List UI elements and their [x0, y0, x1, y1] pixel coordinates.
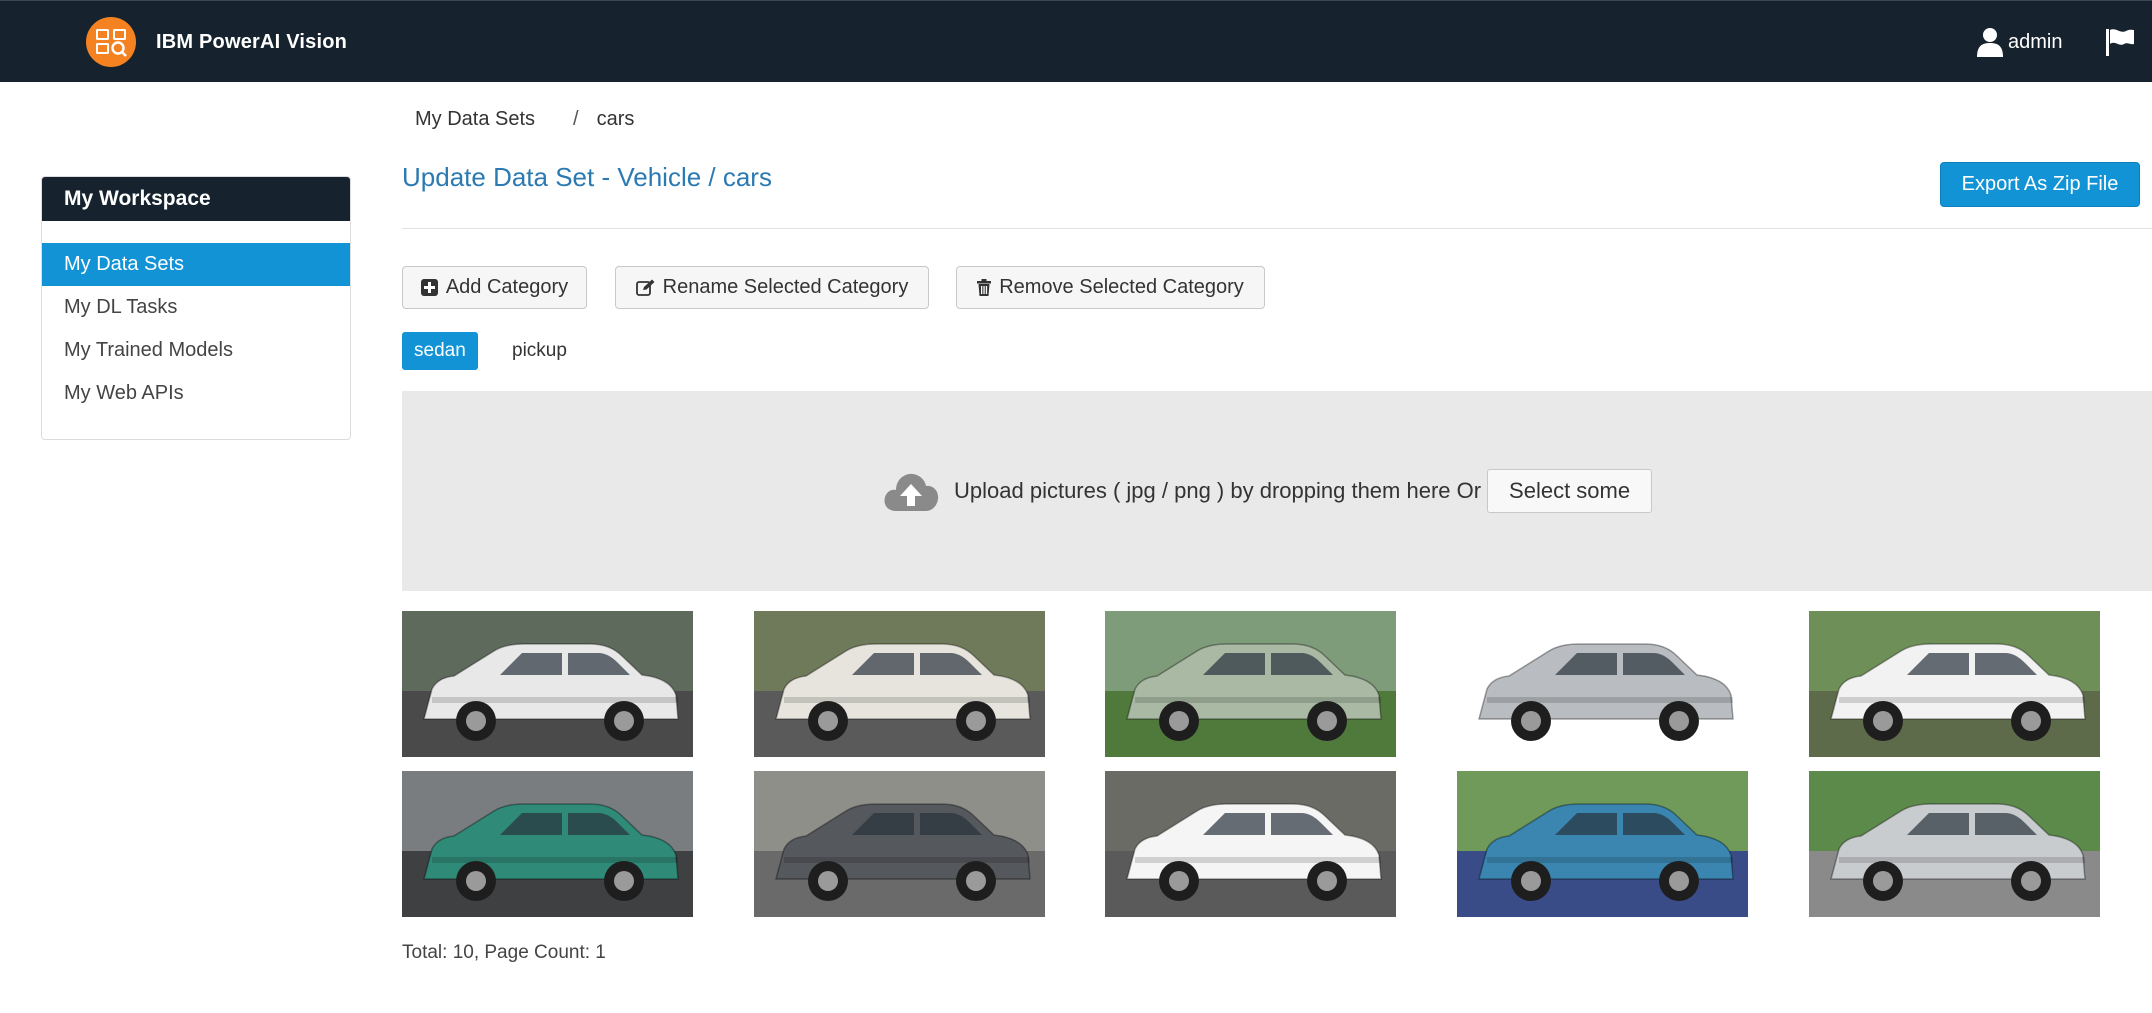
trash-icon	[977, 279, 992, 296]
car-image-3[interactable]	[1105, 611, 1396, 757]
car-image-10[interactable]	[1809, 771, 2100, 917]
header-divider	[402, 228, 2152, 229]
sidebar-list: My Data Sets My DL Tasks My Trained Mode…	[42, 243, 350, 415]
upload-instructions: Upload pictures ( jpg / png ) by droppin…	[954, 478, 1482, 503]
category-tab-pickup[interactable]: pickup	[500, 332, 579, 370]
add-category-label: Add Category	[445, 276, 569, 298]
plus-square-icon	[420, 279, 438, 296]
add-category-button[interactable]: Add Category	[402, 266, 587, 309]
car-image-7[interactable]	[754, 771, 1045, 917]
export-zip-button[interactable]: Export As Zip File	[1940, 162, 2140, 207]
breadcrumb-root-link[interactable]: My Data Sets	[415, 108, 535, 131]
rename-category-button[interactable]: Rename Selected Category	[615, 266, 929, 309]
brand-name: IBM PowerAI Vision	[156, 30, 348, 53]
brand[interactable]: IBM PowerAI Vision	[86, 17, 347, 67]
user-icon	[1977, 28, 2003, 57]
remove-category-label: Remove Selected Category	[999, 276, 1244, 298]
sidebar-item-my-web-apis[interactable]: My Web APIs	[42, 372, 350, 415]
breadcrumb-separator: /	[573, 108, 579, 130]
workspace-sidebar: My Workspace My Data Sets My DL Tasks My…	[41, 176, 351, 440]
user-name: admin	[2008, 30, 2063, 53]
sidebar-item-my-data-sets[interactable]: My Data Sets	[42, 243, 350, 286]
select-files-button[interactable]: Select some	[1487, 469, 1653, 513]
sidebar-item-my-trained-models[interactable]: My Trained Models	[42, 329, 350, 372]
category-tab-sedan[interactable]: sedan	[402, 332, 478, 370]
edit-icon	[635, 279, 655, 297]
breadcrumb-current: cars	[596, 108, 635, 130]
car-image-1[interactable]	[402, 611, 693, 757]
flag-icon[interactable]	[2104, 27, 2136, 57]
cloud-upload-icon	[884, 473, 939, 511]
rename-category-label: Rename Selected Category	[662, 276, 909, 298]
upload-dropzone[interactable]: Upload pictures ( jpg / png ) by droppin…	[402, 391, 2152, 591]
car-image-8[interactable]	[1105, 771, 1396, 917]
user-menu[interactable]: admin	[1976, 25, 2062, 59]
powerai-logo-icon	[86, 17, 136, 67]
car-image-5[interactable]	[1809, 611, 2100, 757]
total-count: Total: 10, Page Count: 1	[402, 942, 606, 963]
breadcrumb: My Data Sets / cars	[415, 108, 634, 131]
upload-prompt: Upload pictures ( jpg / png ) by droppin…	[882, 469, 1653, 513]
car-image-6[interactable]	[402, 771, 693, 917]
remove-category-button[interactable]: Remove Selected Category	[956, 266, 1265, 309]
page-title: Update Data Set - Vehicle / cars	[402, 162, 772, 192]
car-image-9[interactable]	[1457, 771, 1748, 917]
sidebar-heading: My Workspace	[42, 177, 350, 221]
car-image-2[interactable]	[754, 611, 1045, 757]
car-image-4[interactable]	[1457, 611, 1748, 757]
sidebar-item-my-dl-tasks[interactable]: My DL Tasks	[42, 286, 350, 329]
top-navbar: IBM PowerAI Vision admin	[0, 0, 2152, 82]
